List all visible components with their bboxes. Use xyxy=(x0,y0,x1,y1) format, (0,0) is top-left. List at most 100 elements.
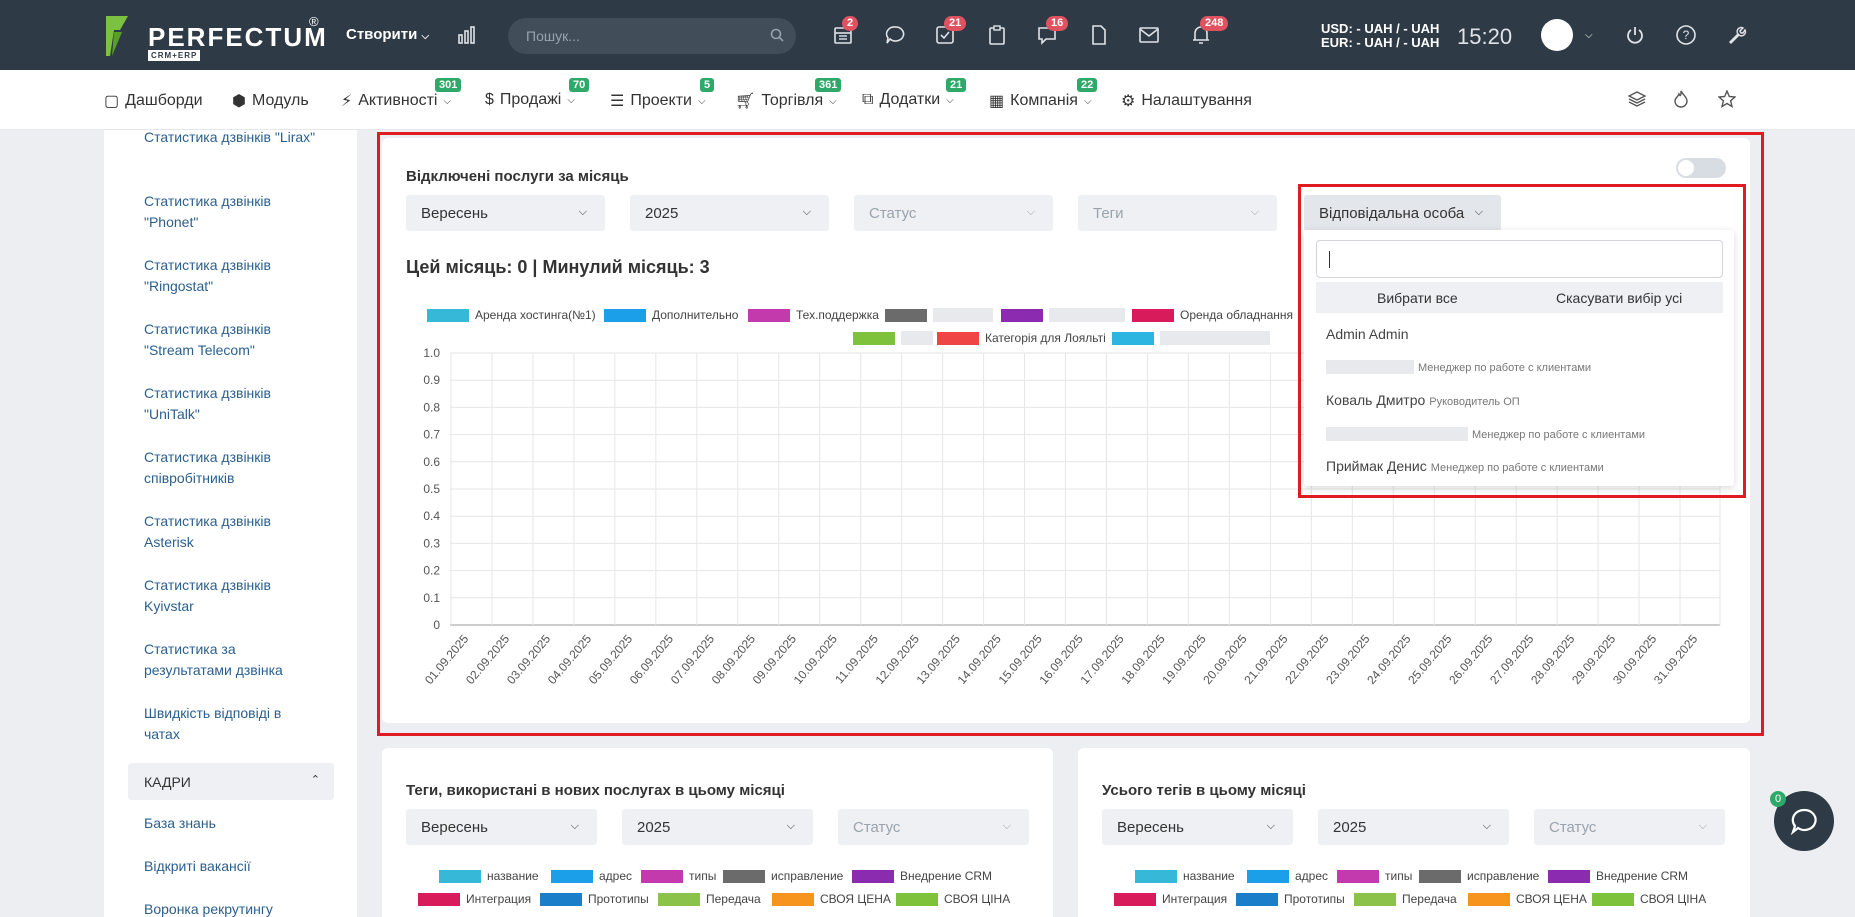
clock: 15:20 xyxy=(1457,24,1513,49)
sidebar-item-ringostat[interactable]: Статистика дзвінків "Ringostat" xyxy=(144,255,304,297)
avatar[interactable] xyxy=(1541,19,1573,51)
dropdown-highlight-frame xyxy=(1298,184,1746,498)
sidebar-item-chat-speed[interactable]: Швидкість відповіді в чатах xyxy=(144,703,304,745)
nav-activities[interactable]: ⚡︎ Активності ⌵ 301 xyxy=(341,78,462,111)
messages-icon[interactable]: 16 xyxy=(1034,16,1069,48)
fire-icon[interactable] xyxy=(1673,90,1689,113)
legend-item[interactable]: Прототипы xyxy=(1236,892,1345,906)
legend-item[interactable]: СВОЯ ЦЕНА xyxy=(772,892,891,906)
usd-rate: USD: - UAH / - UAH xyxy=(1321,21,1440,36)
chat-bubble-icon[interactable] xyxy=(882,22,908,48)
tasks-icon[interactable]: 21 xyxy=(932,16,967,48)
nav-label: Активності xyxy=(358,92,438,109)
legend-item[interactable]: Прототипы xyxy=(540,892,649,906)
sidebar: Статистика дзвінків "Lirax" Статистика д… xyxy=(104,130,357,917)
nav-label: Дашборди xyxy=(125,92,203,109)
year-select[interactable]: 2025 ⌵ xyxy=(622,809,813,845)
legend-item[interactable]: СВОЯ ЦІНА xyxy=(896,892,1010,906)
sidebar-item-vacancies[interactable]: Відкриті вакансії xyxy=(144,856,251,877)
legend-item[interactable]: адрес xyxy=(551,869,632,883)
legend-label: название xyxy=(1183,869,1235,883)
sidebar-item-phonet[interactable]: Статистика дзвінків "Phonet" xyxy=(144,191,304,233)
calendar-icon[interactable]: 2 xyxy=(830,16,859,48)
legend-item[interactable]: название xyxy=(1135,869,1235,883)
nav-settings[interactable]: ⚙ Налаштування xyxy=(1121,91,1252,111)
power-icon[interactable] xyxy=(1622,22,1648,48)
legend-label: Интеграция xyxy=(1162,892,1228,906)
star-icon[interactable] xyxy=(1717,89,1737,113)
legend-item[interactable]: типы xyxy=(1337,869,1412,883)
create-menu[interactable]: Створити ⌵ xyxy=(346,26,429,43)
nav-dashboards[interactable]: ▢ Дашборди xyxy=(104,91,203,111)
month-select[interactable]: Вересень ⌵ xyxy=(1102,809,1293,845)
chevron-down-icon[interactable]: ⌵ xyxy=(1585,30,1593,41)
legend-item[interactable]: адрес xyxy=(1247,869,1328,883)
sidebar-item-employees-calls[interactable]: Статистика дзвінків співробітників xyxy=(144,447,304,489)
sidebar-item-recruiting-funnel[interactable]: Воронка рекрутингу xyxy=(144,899,273,917)
search-box[interactable]: Пошук... xyxy=(508,18,796,54)
legend-item[interactable]: исправление xyxy=(723,869,843,883)
cube-icon: ⬢ xyxy=(232,93,246,110)
help-icon[interactable]: ? xyxy=(1673,22,1699,48)
mail-icon[interactable] xyxy=(1136,22,1162,48)
nav-company[interactable]: ▦ Компанія ⌵ 22 xyxy=(989,78,1098,111)
clipboard-icon[interactable] xyxy=(984,22,1010,48)
sidebar-item-asterisk[interactable]: Статистика дзвінків Asterisk xyxy=(144,511,304,553)
legend-swatch xyxy=(1354,892,1396,906)
legend-label: Прототипы xyxy=(588,892,649,906)
legend-item[interactable]: Интеграция xyxy=(418,892,531,906)
sidebar-item-knowledge-base[interactable]: База знань xyxy=(144,813,216,834)
year-select[interactable]: 2025 ⌵ xyxy=(1318,809,1509,845)
legend-label: название xyxy=(487,869,539,883)
nav-trade[interactable]: 🛒︎ Торгівля ⌵ 361 xyxy=(735,78,842,111)
chart-bars-icon[interactable] xyxy=(454,22,480,48)
sidebar-section-hr[interactable]: КАДРИ ⌃ xyxy=(128,763,334,800)
sidebar-item-lirax[interactable]: Статистика дзвінків "Lirax" xyxy=(144,130,315,148)
legend-item[interactable]: СВОЯ ЦІНА xyxy=(1592,892,1706,906)
legend-swatch xyxy=(1592,892,1634,906)
bell-icon[interactable]: 248 xyxy=(1188,16,1229,48)
sidebar-item-stream-telecom[interactable]: Статистика дзвінків "Stream Telecom" xyxy=(144,319,304,361)
gear-icon: ⚙ xyxy=(1121,93,1136,110)
layers-icon[interactable] xyxy=(1627,90,1647,113)
legend-item[interactable]: название xyxy=(439,869,539,883)
search-input[interactable]: Пошук... xyxy=(526,28,580,44)
main-nav: ▢ Дашборди ⬢ Модуль ⚡︎ Активності ⌵ 301 $ Прод… xyxy=(0,70,1855,130)
sidebar-section-label: КАДРИ xyxy=(144,774,191,790)
cart-icon: 🛒︎ xyxy=(735,93,756,110)
year-value: 2025 xyxy=(637,819,671,836)
legend-item[interactable]: Передача xyxy=(1354,892,1457,906)
nav-label: Торгівля xyxy=(761,92,824,109)
legend-label: Передача xyxy=(706,892,761,906)
sidebar-item-unitalk[interactable]: Статистика дзвінків "UniTalk" xyxy=(144,383,304,425)
nav-sales[interactable]: $ Продажі ⌵ 70 xyxy=(485,78,590,109)
legend-swatch xyxy=(1337,869,1379,883)
chat-widget-button[interactable]: 0 xyxy=(1770,791,1834,851)
nav-module[interactable]: ⬢ Модуль xyxy=(232,91,309,111)
legend-item[interactable]: Внедрение CRM xyxy=(852,869,992,883)
status-select[interactable]: Статус ⌵ xyxy=(838,809,1029,845)
month-select[interactable]: Вересень ⌵ xyxy=(406,809,597,845)
legend-label: Интеграция xyxy=(466,892,532,906)
nav-addons[interactable]: ⧉ Додатки ⌵ 21 xyxy=(862,78,967,109)
legend-item[interactable]: исправление xyxy=(1419,869,1539,883)
legend-item[interactable]: СВОЯ ЦЕНА xyxy=(1468,892,1587,906)
legend-item[interactable]: Интеграция xyxy=(1114,892,1227,906)
nav-projects[interactable]: ☰ Проекти ⌵ 5 xyxy=(610,78,715,111)
legend-item[interactable]: типы xyxy=(641,869,716,883)
chevron-down-icon: ⌵ xyxy=(1698,820,1707,832)
nav-badge: 22 xyxy=(1077,78,1098,92)
legend-item[interactable]: Внедрение CRM xyxy=(1548,869,1688,883)
wrench-icon[interactable] xyxy=(1724,22,1750,48)
legend-item[interactable]: Передача xyxy=(658,892,761,906)
sidebar-item-call-results[interactable]: Статистика за результатами дзвінка xyxy=(144,639,304,681)
sidebar-item-kyivstar[interactable]: Статистика дзвінків Kyivstar xyxy=(144,575,304,617)
status-select[interactable]: Статус ⌵ xyxy=(1534,809,1725,845)
chevron-down-icon: ⌵ xyxy=(786,820,795,832)
nav-badge: 70 xyxy=(569,78,590,92)
document-icon[interactable] xyxy=(1086,22,1112,48)
create-label: Створити xyxy=(346,26,418,43)
layers-icon: ☰ xyxy=(610,93,625,110)
nav-label: Модуль xyxy=(251,92,309,109)
search-icon xyxy=(770,28,784,42)
